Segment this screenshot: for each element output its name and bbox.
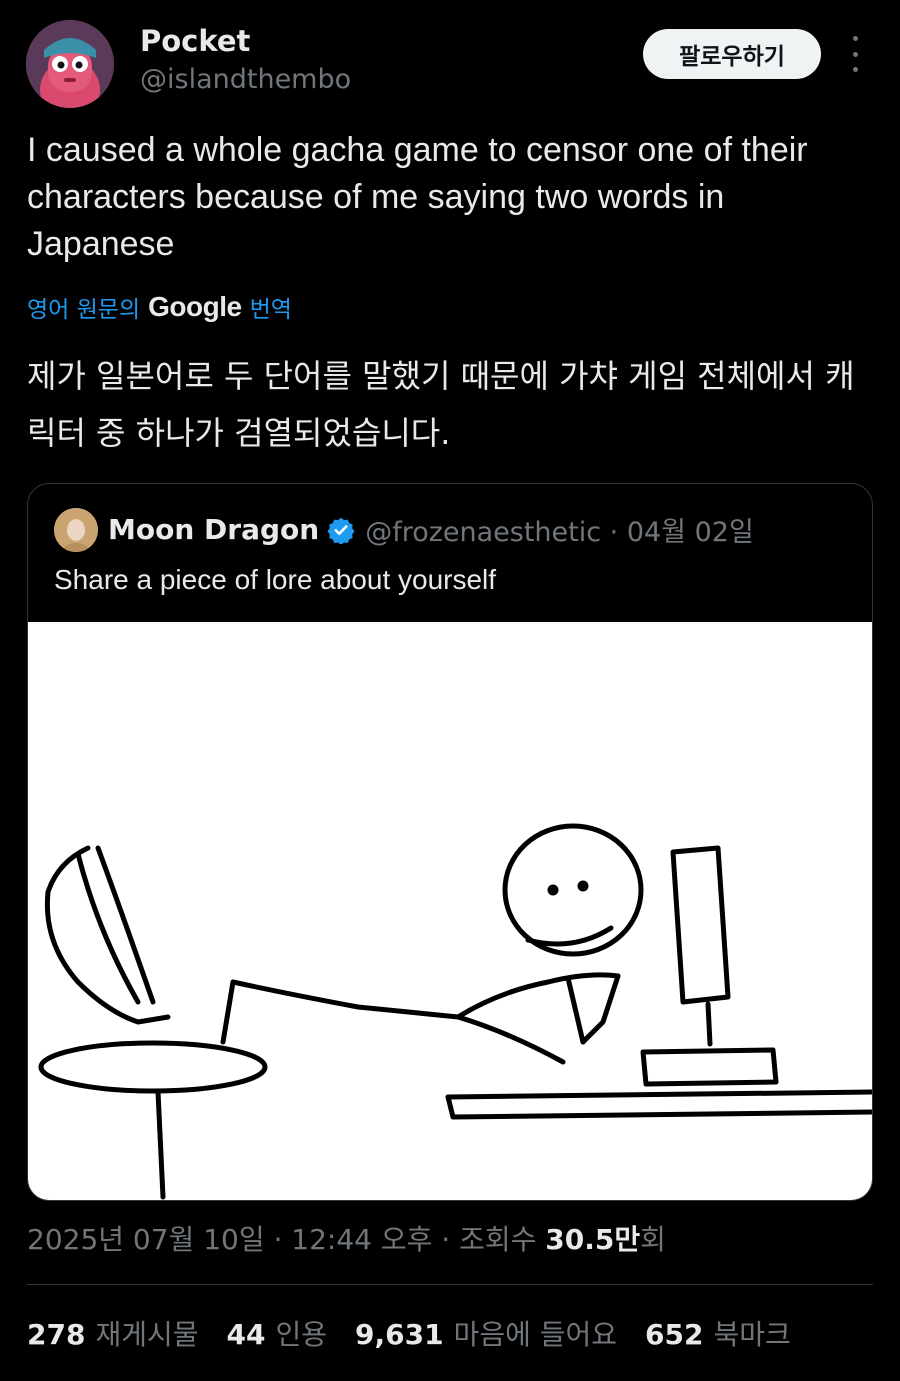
more-options-icon[interactable] xyxy=(840,36,870,72)
quoted-tweet[interactable]: Moon Dragon @frozenaesthetic · 04월 02일 S… xyxy=(27,483,873,1201)
follow-button[interactable]: 팔로우하기 xyxy=(643,29,821,79)
translated-text: 제가 일본어로 두 단어를 말했기 때문에 가챠 게임 전체에서 캐릭터 중 하… xyxy=(27,357,855,452)
author-handle[interactable]: @islandthembo xyxy=(140,64,351,95)
post-date[interactable]: 2025년 07월 10일 · 12:44 오후 · 조회수 xyxy=(27,1223,545,1256)
stat-reposts[interactable]: 278 재게시물 xyxy=(27,1313,199,1353)
translation-attribution[interactable]: 영어 원문의 Google 번역 xyxy=(27,290,292,324)
tweet-header: Pocket @islandthembo 팔로우하기 xyxy=(0,0,900,120)
verified-badge-icon xyxy=(327,517,355,544)
stat-quotes[interactable]: 44 인용 xyxy=(227,1313,328,1353)
quote-image[interactable] xyxy=(28,622,872,1200)
divider xyxy=(27,1284,873,1285)
google-logo: Google xyxy=(148,291,242,322)
view-count: 30.5만 xyxy=(545,1223,641,1256)
tweet-meta: 2025년 07월 10일 · 12:44 오후 · 조회수 30.5만회 xyxy=(27,1218,666,1258)
quote-header: Moon Dragon @frozenaesthetic · 04월 02일 xyxy=(108,510,754,549)
quote-author-avatar xyxy=(54,508,98,552)
author-name[interactable]: Pocket xyxy=(140,24,250,58)
stat-likes[interactable]: 9,631 마음에 들어요 xyxy=(355,1313,617,1353)
quote-handle-date: @frozenaesthetic · 04월 02일 xyxy=(365,517,754,548)
author-avatar[interactable] xyxy=(26,20,114,108)
translate-prefix: 영어 원문의 xyxy=(27,297,141,323)
quote-author-name: Moon Dragon xyxy=(108,513,320,546)
view-suffix: 회 xyxy=(640,1223,666,1256)
tweet-text: I caused a whole gacha game to censor on… xyxy=(27,131,808,263)
stat-bookmarks[interactable]: 652 북마크 xyxy=(645,1313,791,1353)
engagement-stats: 278 재게시물 44 인용 9,631 마음에 들어요 652 북마크 xyxy=(27,1313,791,1353)
translate-suffix: 번역 xyxy=(249,297,292,323)
quote-text: Share a piece of lore about yourself xyxy=(54,564,497,595)
stick-figure-at-computer-icon xyxy=(38,823,872,1200)
